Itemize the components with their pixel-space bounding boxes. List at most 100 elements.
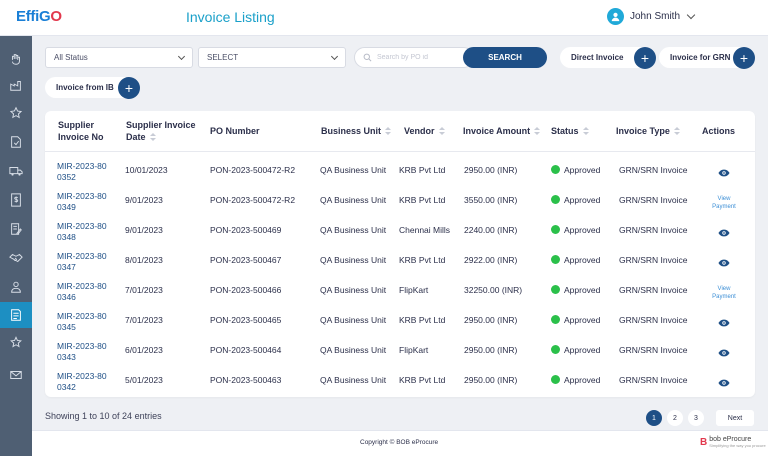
header-divider xyxy=(45,151,755,152)
next-page-button[interactable]: Next xyxy=(716,410,754,426)
view-eye-icon[interactable] xyxy=(718,379,730,387)
sidebar-item-document-check[interactable] xyxy=(0,129,32,155)
supplier-invoice-link[interactable]: MIR-2023-80 0343 xyxy=(57,341,107,363)
view-eye-icon[interactable] xyxy=(718,319,730,327)
status-badge: Approved xyxy=(551,195,600,205)
supplier-invoice-link[interactable]: MIR-2023-80 0345 xyxy=(57,311,107,333)
header-text: Supplier Invoice xyxy=(126,120,196,130)
cell-date: 8/01/2023 xyxy=(125,255,163,265)
invoice-no-line-2: 0343 xyxy=(57,352,76,362)
column-header-status[interactable]: Status xyxy=(551,125,589,137)
sidebar-item-truck[interactable] xyxy=(0,158,32,184)
column-header-supplier-invoice-date[interactable]: Supplier Invoice Date xyxy=(126,119,196,143)
top-header: EffiGO Invoice Listing John Smith xyxy=(0,0,768,36)
table-row[interactable]: MIR-2023-80 0345 7/01/2023 PON-2023-500465 Q… xyxy=(45,308,755,338)
invoice-no-line-2: 0347 xyxy=(57,262,76,272)
sidebar-item-star[interactable] xyxy=(0,100,32,126)
sidebar-item-invoice-dollar[interactable] xyxy=(0,187,32,213)
status-dot-icon xyxy=(551,225,560,235)
table-row[interactable]: MIR-2023-80 0343 6/01/2023 PON-2023-500464 Q… xyxy=(45,338,755,368)
invoice-no-line-2: 0352 xyxy=(57,172,76,182)
cell-amount: 2950.00 (INR) xyxy=(464,315,518,325)
table-row[interactable]: MIR-2023-80 0348 9/01/2023 PON-2023-500469 Q… xyxy=(45,218,755,248)
cell-type: GRN/SRN Invoice xyxy=(619,255,688,265)
invoice-from-ib-button[interactable]: Invoice from IB + xyxy=(45,76,140,99)
bob-eprocure-logo: B bob eProcure Simplifying the way you pr… xyxy=(700,436,766,448)
cell-amount: 2922.00 (INR) xyxy=(464,255,518,265)
table-row[interactable]: MIR-2023-80 0346 7/01/2023 PON-2023-500466 Q… xyxy=(45,278,755,308)
cell-type: GRN/SRN Invoice xyxy=(619,345,688,355)
column-header-invoice-amount[interactable]: Invoice Amount xyxy=(463,125,541,137)
user-menu[interactable]: John Smith xyxy=(607,8,696,25)
cell-vendor: KRB Pvt Ltd xyxy=(399,195,446,205)
sidebar-item-invoice-list[interactable] xyxy=(0,302,32,328)
supplier-invoice-link[interactable]: MIR-2023-80 0352 xyxy=(57,161,107,183)
header-text: Status xyxy=(551,126,579,136)
cell-vendor: KRB Pvt Ltd xyxy=(399,315,446,325)
sidebar-item-hand[interactable] xyxy=(0,46,32,72)
search-button[interactable]: SEARCH xyxy=(463,47,547,68)
view-payment-link[interactable]: View Payment xyxy=(709,285,739,301)
column-header-po-number[interactable]: PO Number xyxy=(210,125,260,137)
supplier-invoice-link[interactable]: MIR-2023-80 0346 xyxy=(57,281,107,303)
table-row[interactable]: MIR-2023-80 0347 8/01/2023 PON-2023-500467 Q… xyxy=(45,248,755,278)
column-header-business-unit[interactable]: Business Unit xyxy=(321,125,392,137)
view-eye-icon[interactable] xyxy=(718,229,730,237)
supplier-invoice-link[interactable]: MIR-2023-80 0342 xyxy=(57,371,107,393)
status-badge: Approved xyxy=(551,375,600,385)
status-dropdown[interactable]: All Status xyxy=(45,47,193,68)
status-badge: Approved xyxy=(551,255,600,265)
column-header-supplier-invoice-no[interactable]: Supplier Invoice No xyxy=(58,119,104,143)
supplier-invoice-link[interactable]: MIR-2023-80 0349 xyxy=(57,191,107,213)
invoice-no-line-2: 0348 xyxy=(57,232,76,242)
invoice-for-grn-button[interactable]: Invoice for GRN + xyxy=(659,46,755,69)
sidebar-item-handshake[interactable] xyxy=(0,245,32,271)
table-row[interactable]: MIR-2023-80 0349 9/01/2023 PON-2023-500472-… xyxy=(45,188,755,218)
table-row[interactable]: MIR-2023-80 0352 10/01/2023 PON-2023-500472… xyxy=(45,158,755,188)
status-text: Approved xyxy=(564,225,601,235)
sidebar-item-star-settings[interactable] xyxy=(0,330,32,356)
copyright-text: Copyright © BOB eProcure xyxy=(360,439,439,446)
invoice-no-line-1: MIR-2023-80 xyxy=(57,281,107,291)
invoice-no-line-1: MIR-2023-80 xyxy=(57,161,107,171)
invoice-no-line-1: MIR-2023-80 xyxy=(57,221,107,231)
view-eye-icon[interactable] xyxy=(718,169,730,177)
sidebar-item-mail[interactable] xyxy=(0,362,32,388)
page-1-button[interactable]: 1 xyxy=(646,410,662,426)
cell-vendor: Chennai Mills xyxy=(399,225,451,235)
status-badge: Approved xyxy=(551,315,600,325)
invoice-dollar-icon xyxy=(11,193,21,207)
sidebar-item-factory[interactable] xyxy=(0,72,32,98)
invoice-no-line-2: 0346 xyxy=(57,292,76,302)
supplier-invoice-link[interactable]: MIR-2023-80 0347 xyxy=(57,251,107,273)
cell-amount: 3550.00 (INR) xyxy=(464,195,518,205)
search-input[interactable] xyxy=(377,54,457,61)
table-row[interactable]: MIR-2023-80 0342 5/01/2023 PON-2023-500463 Q… xyxy=(45,368,755,398)
cell-bu: QA Business Unit xyxy=(320,315,387,325)
user-badge-icon xyxy=(11,281,21,293)
status-dot-icon xyxy=(551,285,560,295)
supplier-invoice-link[interactable]: MIR-2023-80 0348 xyxy=(57,221,107,243)
hand-icon xyxy=(12,54,20,65)
column-header-invoice-type[interactable]: Invoice Type xyxy=(616,125,680,137)
search-icon xyxy=(363,53,372,62)
page-2-button[interactable]: 2 xyxy=(667,410,683,426)
header-text: Business Unit xyxy=(321,126,382,136)
cell-bu: QA Business Unit xyxy=(320,255,387,265)
page-3-button[interactable]: 3 xyxy=(688,410,704,426)
header-text: Date xyxy=(126,132,146,142)
cell-vendor: KRB Pvt Ltd xyxy=(399,375,446,385)
sidebar-item-user-badge[interactable] xyxy=(0,274,32,300)
column-header-vendor[interactable]: Vendor xyxy=(404,125,445,137)
cell-type: GRN/SRN Invoice xyxy=(619,165,688,175)
view-eye-icon[interactable] xyxy=(718,259,730,267)
view-eye-icon[interactable] xyxy=(718,349,730,357)
select-dropdown[interactable]: SELECT xyxy=(198,47,346,68)
direct-invoice-button[interactable]: Direct Invoice + xyxy=(560,46,656,69)
effigo-logo[interactable]: EffiGO xyxy=(16,8,62,25)
cell-date: 7/01/2023 xyxy=(125,285,163,295)
view-payment-link[interactable]: View Payment xyxy=(709,195,739,211)
cell-po: PON-2023-500472-R2 xyxy=(210,165,296,175)
sidebar-item-document-edit[interactable] xyxy=(0,216,32,242)
cell-amount: 2950.00 (INR) xyxy=(464,165,518,175)
